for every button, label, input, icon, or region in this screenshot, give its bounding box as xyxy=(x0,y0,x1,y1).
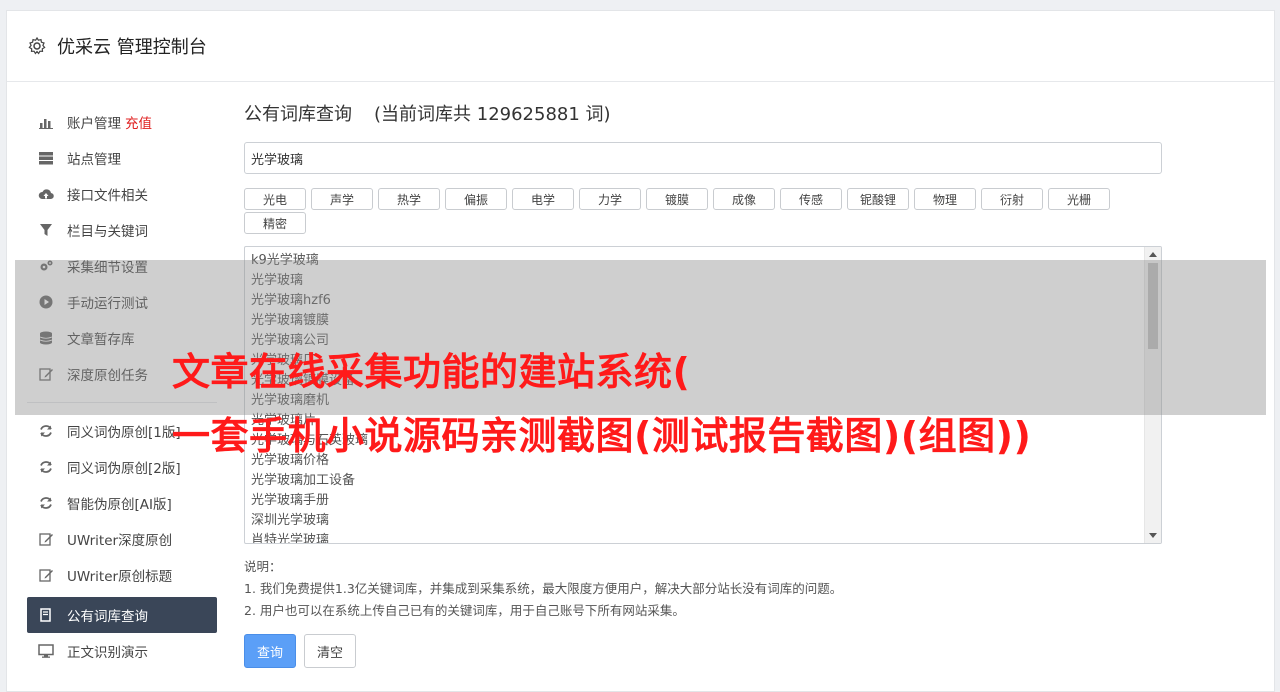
sidebar-item-label: 同义词伪原创[1版] xyxy=(67,425,181,441)
sidebar-item[interactable]: 站点管理 xyxy=(27,140,217,176)
sidebar-item-label: 账户管理 xyxy=(67,116,121,132)
cloud-upload-icon xyxy=(37,185,55,203)
clear-button[interactable]: 清空 xyxy=(304,634,357,668)
refresh-icon xyxy=(37,422,55,440)
sidebar-item-label: 智能伪原创[AI版] xyxy=(67,497,172,513)
refresh-icon xyxy=(37,458,55,476)
tag-button[interactable]: 成像 xyxy=(713,188,775,210)
tag-button[interactable]: 偏振 xyxy=(445,188,507,210)
sidebar-item[interactable]: 接口文件相关 xyxy=(27,176,217,212)
keyword-input-value: 光学玻璃 xyxy=(251,152,304,168)
note-1: 1. 我们免费提供1.3亿关键词库，并集成到采集系统，最大限度方便用户，解决大部… xyxy=(244,581,843,596)
sidebar-item-label: 正文识别演示 xyxy=(67,645,148,661)
sidebar-item[interactable]: 智能伪原创[AI版] xyxy=(27,485,217,521)
page-title: 公有词库查询 (当前词库共 129625881 词) xyxy=(244,98,1164,132)
sidebar-item-label: 栏目与关键词 xyxy=(67,224,148,240)
scroll-up-icon[interactable] xyxy=(1149,252,1157,257)
tag-button[interactable]: 衍射 xyxy=(981,188,1043,210)
tag-button[interactable]: 传感 xyxy=(780,188,842,210)
sidebar-item-label: UWriter深度原创 xyxy=(67,533,173,549)
result-option[interactable]: 光学玻璃加工设备 xyxy=(251,471,1155,491)
sidebar-item[interactable]: 栏目与关键词 xyxy=(27,212,217,248)
sidebar-item[interactable]: 账户管理 充值 xyxy=(27,104,217,140)
bar-chart-icon xyxy=(37,113,55,131)
overlay-line-1: 文章在线采集功能的建站系统( xyxy=(172,350,691,394)
sidebar-item[interactable]: 公有词库查询 xyxy=(27,597,217,633)
tag-button[interactable]: 精密 xyxy=(244,212,306,234)
sidebar-item[interactable]: UWriter原创标题 xyxy=(27,557,217,593)
edit-icon xyxy=(37,530,55,548)
keyword-input[interactable]: 光学玻璃 xyxy=(244,142,1162,174)
top-header: 优采云 管理控制台 xyxy=(7,11,1274,82)
monitor-icon xyxy=(37,642,55,660)
query-button[interactable]: 查询 xyxy=(244,634,297,668)
overlay-caption: 文章在线采集功能的建站系统( 一套手机小说源码亲测截图(测试报告截图)(组图)) xyxy=(172,340,1232,468)
action-buttons: 查询 清空 xyxy=(244,634,1164,668)
edit-icon xyxy=(37,566,55,584)
result-option[interactable]: 深圳光学玻璃 xyxy=(251,511,1155,531)
tag-button[interactable]: 镀膜 xyxy=(646,188,708,210)
filter-icon xyxy=(37,221,55,239)
scroll-down-icon[interactable] xyxy=(1149,533,1157,538)
tag-button[interactable]: 物理 xyxy=(914,188,976,210)
tag-button[interactable]: 热学 xyxy=(378,188,440,210)
sidebar-item-label: 公有词库查询 xyxy=(67,609,148,625)
tag-button[interactable]: 电学 xyxy=(512,188,574,210)
sidebar-item[interactable]: UWriter深度原创 xyxy=(27,521,217,557)
gear-icon xyxy=(27,36,47,56)
sidebar-item-label: UWriter原创标题 xyxy=(67,569,173,585)
notes-title: 说明： xyxy=(244,559,282,574)
result-option[interactable]: 光学玻璃手册 xyxy=(251,491,1155,511)
server-icon xyxy=(37,149,55,167)
tag-button[interactable]: 光电 xyxy=(244,188,306,210)
tag-button[interactable]: 声学 xyxy=(311,188,373,210)
tag-button[interactable]: 力学 xyxy=(579,188,641,210)
page-title-text: 公有词库查询 xyxy=(244,104,352,125)
book-icon xyxy=(37,606,55,624)
refresh-icon xyxy=(37,494,55,512)
overlay-line-2: 一套手机小说源码亲测截图(测试报告截图)(组图)) xyxy=(172,414,1032,458)
note-2: 2. 用户也可以在系统上传自己已有的关键词库，用于自己账号下所有网站采集。 xyxy=(244,603,685,618)
result-option[interactable]: 肖特光学玻璃 xyxy=(251,531,1155,543)
sidebar-item-label: 同义词伪原创[2版] xyxy=(67,461,181,477)
sidebar-item-label: 接口文件相关 xyxy=(67,188,148,204)
recharge-link[interactable]: 充值 xyxy=(125,112,152,132)
notes: 说明： 1. 我们免费提供1.3亿关键词库，并集成到采集系统，最大限度方便用户，… xyxy=(244,556,1164,622)
tag-button[interactable]: 铌酸锂 xyxy=(847,188,909,210)
app-title: 优采云 管理控制台 xyxy=(57,37,207,58)
sidebar-item[interactable]: 正文识别演示 xyxy=(27,633,217,669)
word-count: (当前词库共 129625881 词) xyxy=(374,104,611,125)
related-tags: 光电 声学 热学 偏振 电学 力学 镀膜 成像 传感 铌酸锂 物理 衍射 光栅精密 xyxy=(244,188,1124,236)
sidebar-item-label: 站点管理 xyxy=(67,152,121,168)
tag-button[interactable]: 光栅 xyxy=(1048,188,1110,210)
